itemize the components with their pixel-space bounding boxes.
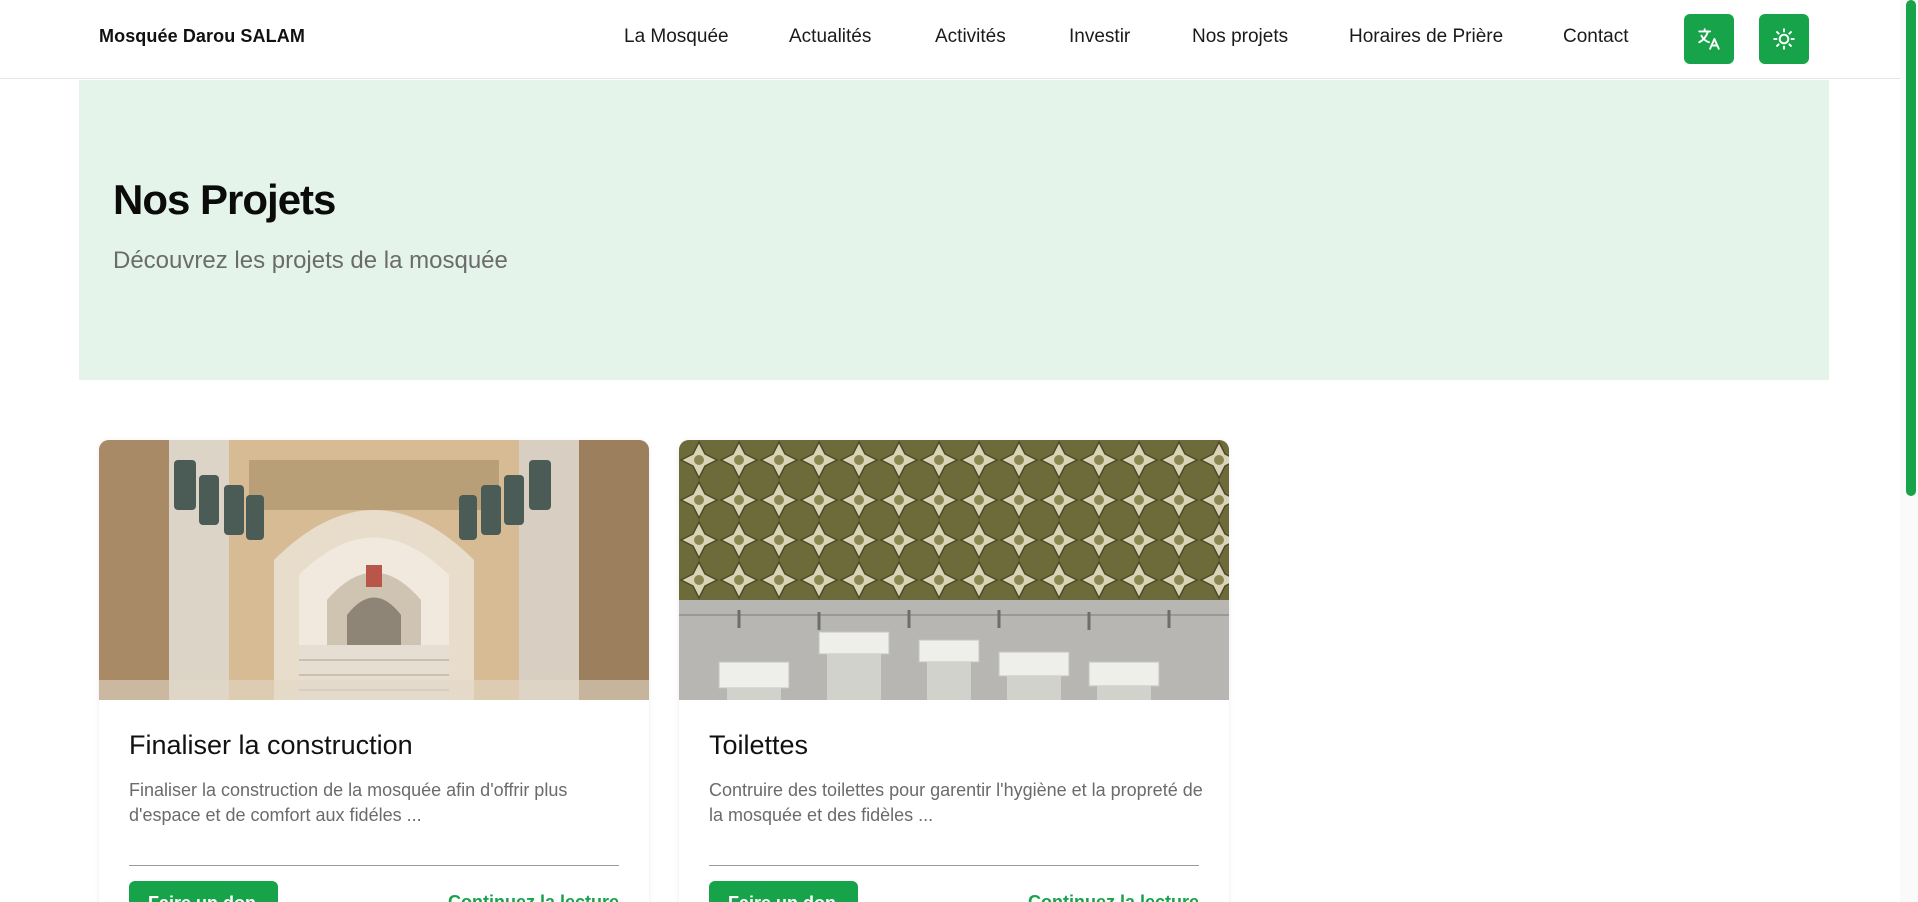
page: Mosquée Darou SALAM La Mosquée Actualité… [0,0,1918,902]
project-description: Contruire des toilettes pour garentir l'… [709,780,1203,825]
site-brand[interactable]: Mosquée Darou SALAM [99,26,305,47]
theme-toggle-button[interactable] [1759,14,1809,64]
project-image-toilettes[interactable] [679,440,1229,700]
project-image-construction[interactable] [99,440,649,700]
nav-item-horaires[interactable]: Horaires de Prière [1349,26,1503,48]
scrollbar-thumb[interactable] [1906,0,1916,496]
nav-item-activites[interactable]: Activités [935,26,1006,48]
project-description: Finaliser la construction de la mosquée … [129,780,568,825]
project-title[interactable]: Toilettes [709,730,808,761]
sun-icon [1773,28,1795,50]
page-scrollbar[interactable] [1900,0,1918,902]
mosque-arches-photo [99,440,649,700]
project-title[interactable]: Finaliser la construction [129,730,413,761]
donate-button[interactable]: Faire un don [129,881,278,902]
card-divider [709,865,1199,866]
nav-item-actualites[interactable]: Actualités [789,26,871,48]
project-card: Toilettes Contruire des toilettes pour g… [679,440,1229,902]
card-divider [129,865,619,866]
page-subtitle: Découvrez les projets de la mosquée [113,247,508,274]
ablution-room-photo [679,440,1229,700]
nav-item-nos-projets[interactable]: Nos projets [1192,26,1288,48]
project-card: Finaliser la construction Finaliser la c… [99,440,649,902]
page-title: Nos Projets [113,176,336,223]
site-header: Mosquée Darou SALAM La Mosquée Actualité… [0,0,1900,79]
hero-banner: Nos Projets Découvrez les projets de la … [79,80,1829,380]
translate-icon [1698,28,1720,50]
nav-item-la-mosquee[interactable]: La Mosquée [624,26,729,48]
donate-button[interactable]: Faire un don [709,881,858,902]
language-button[interactable] [1684,14,1734,64]
read-more-link[interactable]: Continuez la lecture [1028,892,1199,902]
nav-item-contact[interactable]: Contact [1563,26,1628,48]
read-more-link[interactable]: Continuez la lecture [448,892,619,902]
nav-item-investir[interactable]: Investir [1069,26,1130,48]
